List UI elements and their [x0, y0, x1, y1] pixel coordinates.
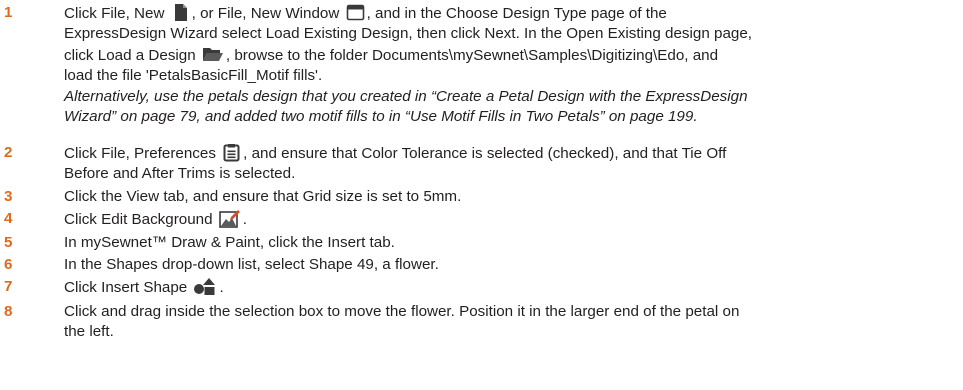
new-window-icon	[346, 3, 365, 22]
step-text: Click and drag inside the selection box …	[64, 302, 959, 343]
step-line: load the file 'PetalsBasicFill_Motif fil…	[64, 67, 323, 85]
text-segment: click Load a Design	[64, 46, 200, 64]
step-line: Click and drag inside the selection box …	[64, 303, 740, 320]
instruction-page: 1 Click File, New , or File, New Window …	[0, 0, 963, 390]
step-number: 1	[4, 4, 13, 21]
step-number: 7	[4, 278, 13, 295]
text-segment: , or File, New Window	[191, 5, 344, 22]
step-line: Click File, Preferences , and ensure tha…	[64, 143, 959, 164]
step-line: Click File, New , or File, New Window , …	[64, 3, 959, 24]
step-line: the left.	[64, 323, 114, 341]
step-number: 5	[4, 234, 13, 251]
text-segment: .	[219, 279, 224, 296]
text-segment: Click File, New	[64, 5, 169, 22]
step-line: Click Edit Background .	[64, 209, 959, 230]
step-line: ExpressDesign Wizard select Load Existin…	[64, 25, 753, 43]
preferences-clipboard-icon	[222, 143, 241, 162]
step-number: 4	[4, 210, 13, 227]
new-file-icon	[171, 3, 190, 22]
insert-shape-icon	[193, 277, 217, 296]
text-segment: Click Insert Shape	[64, 279, 192, 296]
step-text: Click Edit Background .	[64, 209, 959, 230]
step-text: Click Insert Shape .	[64, 277, 959, 298]
step-text: Click File, New , or File, New Window , …	[64, 3, 959, 127]
step-text: In the Shapes drop-down list, select Sha…	[64, 255, 959, 275]
text-segment: , browse to the folder Documents\mySewne…	[225, 46, 719, 64]
step-line: In mySewnet™ Draw & Paint, click the Ins…	[64, 234, 395, 251]
text-segment: .	[242, 211, 248, 228]
step-number: 3	[4, 188, 13, 205]
text-segment: , and ensure that Color Tolerance is sel…	[243, 145, 727, 162]
step-text: Click the View tab, and ensure that Grid…	[64, 187, 959, 207]
step-text: Click File, Preferences , and ensure tha…	[64, 143, 959, 185]
step-line: click Load a Design , browse to the fold…	[64, 45, 959, 66]
text-segment: , and in the Choose Design Type page of …	[366, 5, 667, 22]
step-line: Click the View tab, and ensure that Grid…	[64, 188, 462, 205]
step-line: In the Shapes drop-down list, select Sha…	[64, 256, 439, 273]
edit-background-icon	[218, 209, 241, 228]
step-number: 8	[4, 303, 13, 320]
step-line: Before and After Trims is selected.	[64, 165, 296, 183]
open-folder-icon	[202, 45, 224, 64]
step-number: 2	[4, 144, 13, 161]
note-line: Wizard” on page 79, and added two motif …	[64, 108, 698, 126]
note-line: Alternatively, use the petals design tha…	[64, 87, 748, 105]
step-line: Click Insert Shape .	[64, 277, 959, 298]
text-segment: Click File, Preferences	[64, 145, 221, 162]
step-number: 6	[4, 256, 13, 273]
text-segment: Click Edit Background	[64, 211, 217, 228]
step-text: In mySewnet™ Draw & Paint, click the Ins…	[64, 233, 959, 253]
